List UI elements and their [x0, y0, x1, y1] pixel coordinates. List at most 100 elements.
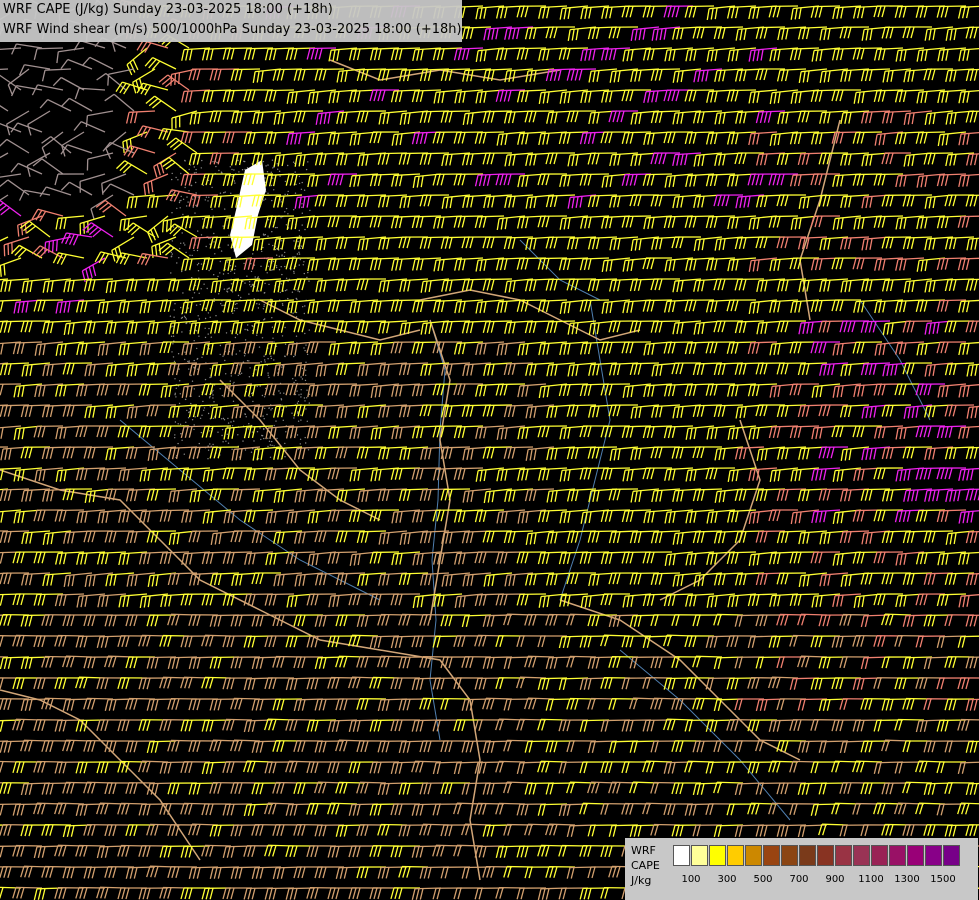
- wind-barb: [608, 26, 639, 39]
- wind-barb: [684, 635, 715, 648]
- wind-barb: [755, 824, 786, 837]
- wind-barb: [370, 341, 400, 356]
- wind-barb: [692, 26, 723, 39]
- wind-barb: [958, 341, 979, 356]
- wind-barb: [923, 740, 954, 753]
- wind-barb: [188, 68, 219, 81]
- wind-barb: [923, 698, 954, 710]
- legend-swatch-4: [745, 845, 762, 866]
- wind-barb: [894, 634, 925, 647]
- wind-barb: [965, 740, 979, 753]
- wind-barb: [12, 593, 43, 606]
- wind-barb: [621, 719, 652, 732]
- wind-barb: [516, 89, 547, 103]
- wind-barb: [453, 47, 484, 61]
- wind-barb: [96, 886, 127, 899]
- wind-barb: [768, 215, 799, 228]
- wind-barb: [44, 236, 72, 254]
- wind-barb: [356, 740, 387, 753]
- wind-barb: [222, 635, 253, 648]
- wind-barb: [566, 740, 597, 753]
- wind-barb: [831, 89, 862, 102]
- wind-barb: [537, 803, 568, 816]
- wind-barb: [684, 5, 715, 18]
- wind-barb: [579, 425, 610, 438]
- legend-unit-label: J/kg: [631, 874, 652, 887]
- wind-barb: [126, 404, 156, 419]
- wind-barb: [524, 782, 555, 795]
- wind-barb: [327, 257, 358, 271]
- wind-barb: [789, 677, 820, 690]
- wind-barb: [600, 719, 631, 732]
- legend-tick-900: 900: [825, 874, 845, 885]
- wind-barb: [558, 257, 589, 271]
- wind-barb: [965, 530, 979, 544]
- wind-barb: [272, 781, 303, 794]
- wind-barb: [966, 404, 979, 419]
- wind-barb: [965, 152, 979, 166]
- wind-barb: [335, 320, 366, 334]
- wind-barb: [958, 131, 979, 146]
- wind-barb: [663, 215, 694, 229]
- wind-barb: [482, 530, 513, 543]
- wind-barb: [188, 446, 219, 459]
- wind-barb: [31, 208, 64, 222]
- map-title-box: WRF CAPE (J/kg) Sunday 23-03-2025 18:00 …: [0, 0, 462, 42]
- cape-title: WRF CAPE (J/kg) Sunday 23-03-2025 18:00 …: [3, 2, 333, 17]
- wind-barb: [31, 245, 64, 259]
- wind-barb: [377, 152, 408, 165]
- wind-barb: [390, 593, 421, 606]
- wind-barb: [958, 551, 979, 565]
- wind-barb: [705, 341, 736, 354]
- wind-barb: [0, 121, 22, 133]
- wind-barb: [20, 739, 51, 752]
- wind-barb: [958, 173, 979, 188]
- wind-barb: [923, 572, 954, 585]
- legend-swatch-3: [727, 845, 744, 866]
- wind-barb: [0, 236, 9, 249]
- wind-barb: [608, 572, 639, 585]
- wind-barb: [0, 823, 30, 836]
- wind-barb: [915, 509, 946, 522]
- wind-barb: [768, 509, 799, 522]
- wind-barb: [902, 697, 933, 710]
- wind-barb: [230, 656, 261, 669]
- wind-barb: [167, 656, 198, 669]
- wind-barb: [12, 718, 43, 731]
- wind-barb: [768, 5, 799, 18]
- wind-barb: [915, 299, 946, 312]
- wind-barb: [881, 656, 912, 669]
- wind-barb: [517, 173, 547, 188]
- wind-barb: [264, 383, 295, 396]
- river-line: [559, 299, 611, 601]
- wind-barb: [453, 719, 484, 732]
- wind-barb: [293, 68, 324, 81]
- wind-barb: [369, 845, 400, 857]
- wind-barb: [159, 634, 190, 647]
- wind-barb: [705, 677, 736, 690]
- wind-barb: [264, 215, 295, 228]
- wind-barb: [600, 131, 631, 144]
- wind-barb: [600, 634, 631, 647]
- wind-barb: [944, 698, 975, 711]
- wind-barb: [957, 5, 979, 19]
- wind-barb: [650, 614, 681, 627]
- wind-barb: [243, 887, 274, 900]
- wind-barb: [327, 509, 358, 522]
- wind-barb: [945, 26, 975, 41]
- legend-swatch-0: [673, 845, 690, 866]
- wind-barb: [789, 634, 820, 647]
- wind-barb: [33, 593, 64, 606]
- wind-barb: [734, 656, 765, 669]
- wind-barb: [642, 5, 673, 18]
- wind-barb: [713, 320, 744, 333]
- wind-barb: [810, 635, 841, 648]
- wind-barb: [559, 425, 589, 440]
- wind-barb: [621, 173, 652, 186]
- wind-barb: [0, 698, 30, 711]
- wind-barb: [264, 677, 295, 690]
- wind-barb: [965, 278, 979, 291]
- wind-barb: [62, 614, 93, 627]
- wind-barb: [230, 782, 261, 794]
- wind-barb: [104, 740, 135, 753]
